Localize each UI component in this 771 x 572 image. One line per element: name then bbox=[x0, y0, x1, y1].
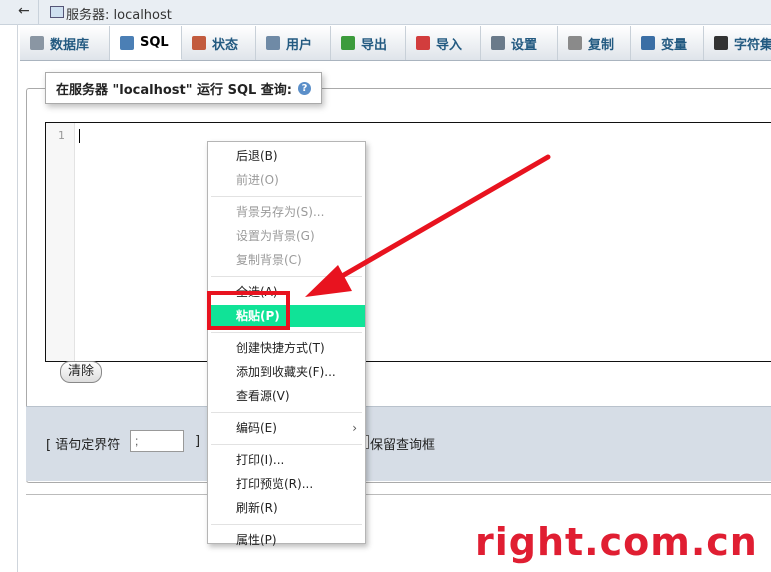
menu-separator bbox=[211, 412, 362, 413]
window-title-bar: ← 服务器: localhost bbox=[0, 0, 771, 25]
panel-legend: 在服务器 "localhost" 运行 SQL 查询: ? bbox=[45, 72, 323, 104]
menu-item-label: 刷新(R) bbox=[236, 501, 278, 515]
menu-item-label: 背景另存为(S)... bbox=[236, 205, 325, 219]
menu-item[interactable]: 添加到收藏夹(F)... bbox=[208, 361, 365, 383]
database-icon bbox=[30, 36, 44, 50]
submenu-chevron-icon: › bbox=[352, 421, 357, 435]
variables-icon bbox=[641, 36, 655, 50]
delimiter-input[interactable] bbox=[130, 430, 184, 452]
menu-item[interactable]: 创建快捷方式(T) bbox=[208, 337, 365, 359]
tab-databases[interactable]: 数据库 bbox=[20, 26, 110, 60]
legend-text: 在服务器 "localhost" 运行 SQL 查询: bbox=[56, 82, 293, 98]
tab-label: 导入 bbox=[436, 37, 463, 53]
menu-item-label: 打印预览(R)... bbox=[236, 477, 314, 491]
menu-item: 设置为背景(G) bbox=[208, 225, 365, 247]
context-menu: 后退(B) 前进(O) 背景另存为(S)... 设置为背景(G) 复制背景(C) 全选(A… bbox=[207, 141, 366, 547]
watermark: right.com.cn bbox=[475, 520, 758, 564]
export-icon bbox=[341, 36, 355, 50]
line-gutter: 1 bbox=[46, 123, 75, 361]
server-icon bbox=[50, 6, 64, 18]
tab-replication[interactable]: 复制 bbox=[558, 26, 631, 60]
delimiter-close-bracket: ] bbox=[195, 434, 201, 449]
menu-item-label: 复制背景(C) bbox=[236, 253, 302, 267]
tab-bar: 数据库 SQL 状态 用户 导出 导入 设置 复制 变量 字符集 bbox=[20, 26, 771, 61]
tab-label: 变量 bbox=[661, 37, 688, 53]
menu-item[interactable]: 打印(I)... bbox=[208, 449, 365, 471]
menu-separator bbox=[211, 524, 362, 525]
replication-icon bbox=[568, 36, 582, 50]
menu-item-label: 前进(O) bbox=[236, 173, 279, 187]
menu-item[interactable]: 属性(P) bbox=[208, 529, 365, 551]
left-rail bbox=[17, 24, 18, 572]
tab-import[interactable]: 导入 bbox=[406, 26, 481, 60]
users-icon bbox=[266, 36, 280, 50]
menu-item-label: 编码(E) bbox=[236, 421, 277, 435]
tab-charsets[interactable]: 字符集 bbox=[704, 26, 771, 60]
menu-item-label: 后退(B) bbox=[236, 149, 278, 163]
charset-icon bbox=[714, 36, 728, 50]
clear-button[interactable]: 清除 bbox=[60, 361, 102, 383]
menu-item-label: 属性(P) bbox=[236, 533, 277, 547]
menu-item: 背景另存为(S)... bbox=[208, 201, 365, 223]
tab-label: 设置 bbox=[511, 37, 538, 53]
tab-label: 导出 bbox=[361, 37, 388, 53]
tab-label: 用户 bbox=[286, 37, 313, 53]
menu-item-label: 查看源(V) bbox=[236, 389, 290, 403]
text-cursor bbox=[79, 129, 80, 143]
wrench-icon bbox=[491, 36, 505, 50]
menu-separator bbox=[211, 332, 362, 333]
menu-item[interactable]: 打印预览(R)... bbox=[208, 473, 365, 495]
help-icon[interactable]: ? bbox=[298, 81, 312, 95]
tab-label: 状态 bbox=[212, 37, 239, 53]
tab-sql[interactable]: SQL bbox=[110, 26, 182, 60]
import-icon bbox=[416, 36, 430, 50]
menu-separator bbox=[211, 276, 362, 277]
highlight-annotation-box bbox=[207, 291, 290, 330]
menu-item[interactable]: 刷新(R) bbox=[208, 497, 365, 519]
menu-item-label: 添加到收藏夹(F)... bbox=[236, 365, 336, 379]
divider bbox=[26, 494, 771, 495]
menu-item: 复制背景(C) bbox=[208, 249, 365, 271]
menu-item[interactable]: 编码(E) › bbox=[208, 417, 365, 439]
menu-item[interactable]: 后退(B) bbox=[208, 145, 365, 167]
tab-users[interactable]: 用户 bbox=[256, 26, 331, 60]
tab-label: SQL bbox=[140, 35, 169, 50]
sql-editor[interactable]: 1 bbox=[45, 122, 771, 362]
menu-item-label: 设置为背景(G) bbox=[236, 229, 315, 243]
menu-separator bbox=[211, 444, 362, 445]
menu-item-label: 创建快捷方式(T) bbox=[236, 341, 325, 355]
tab-variables[interactable]: 变量 bbox=[631, 26, 704, 60]
tab-label: 字符集 bbox=[734, 37, 771, 53]
tab-label: 复制 bbox=[588, 37, 615, 53]
menu-item-label: 打印(I)... bbox=[236, 453, 285, 467]
page-title[interactable]: 服务器: localhost bbox=[66, 4, 172, 23]
tab-settings[interactable]: 设置 bbox=[481, 26, 558, 60]
menu-item: 前进(O) bbox=[208, 169, 365, 191]
status-chart-icon bbox=[192, 36, 206, 50]
tab-label: 数据库 bbox=[50, 37, 90, 53]
keep-query-label: 保留查询框 bbox=[370, 438, 436, 453]
tab-status[interactable]: 状态 bbox=[182, 26, 256, 60]
menu-separator bbox=[211, 196, 362, 197]
sql-doc-icon bbox=[120, 35, 134, 50]
line-number: 1 bbox=[58, 129, 65, 142]
menu-item[interactable]: 查看源(V) bbox=[208, 385, 365, 407]
tab-export[interactable]: 导出 bbox=[331, 26, 406, 60]
title-separator bbox=[38, 0, 39, 24]
delimiter-label: [ 语句定界符 bbox=[46, 438, 121, 453]
back-arrow-icon[interactable]: ← bbox=[18, 3, 30, 19]
